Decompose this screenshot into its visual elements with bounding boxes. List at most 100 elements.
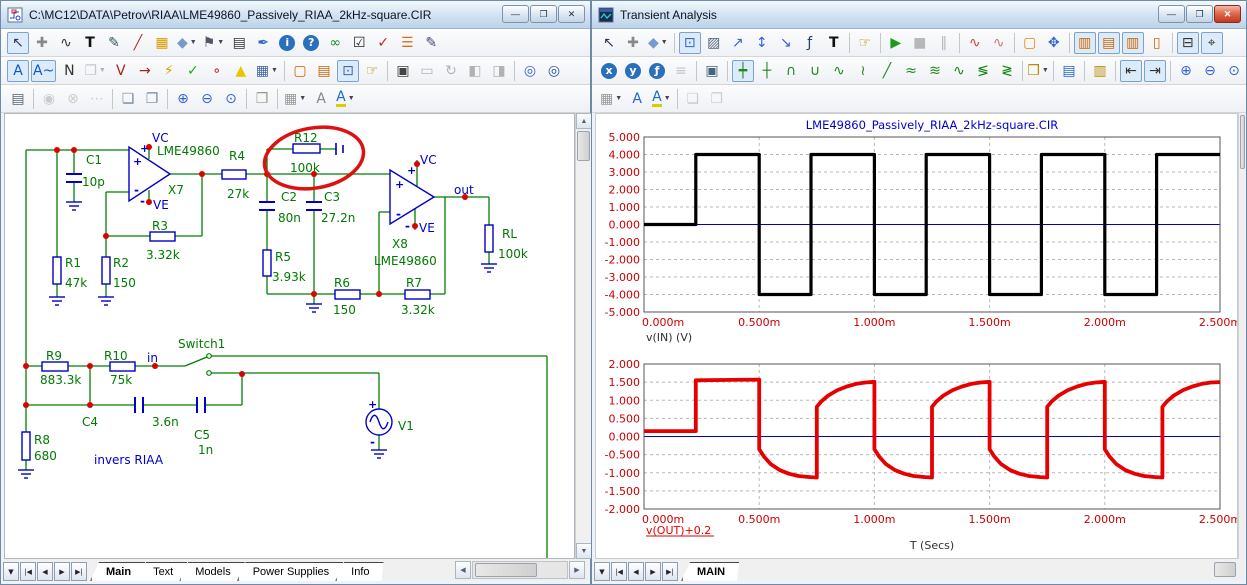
font-color-dropdown-icon[interactable]: ▼ <box>348 95 355 102</box>
select-tool-icon[interactable]: ↖ <box>598 32 620 54</box>
minimize-button[interactable]: — <box>502 5 529 23</box>
font-icon[interactable]: A <box>626 88 648 110</box>
plot-canvas[interactable]: 5.0004.0003.0002.0001.0000.000-1.000-2.0… <box>595 113 1238 559</box>
new-page-icon[interactable]: ▢ <box>289 60 311 82</box>
show-pin-connections-icon[interactable]: ∘ <box>206 60 228 82</box>
show-attribute-text-icon[interactable]: A <box>7 60 29 82</box>
zoom-vertical-icon[interactable]: ↕ <box>751 32 773 54</box>
tab-models[interactable]: Models <box>179 562 244 581</box>
vscroll-thumb[interactable] <box>577 131 590 161</box>
grid-horizontal-icon[interactable]: ▤ <box>1098 32 1120 54</box>
show-currents-icon[interactable]: → <box>134 60 156 82</box>
tab-main[interactable]: MAIN <box>681 562 739 581</box>
zoom-100-icon[interactable]: ⊙ <box>220 88 242 110</box>
grid-minor-log-icon[interactable]: ▯ <box>1146 32 1168 54</box>
go-to-x-icon[interactable]: ≋ <box>924 60 946 82</box>
plot-properties-icon[interactable]: ▣ <box>701 60 723 82</box>
tab-prev-button[interactable]: ◀ <box>37 562 53 581</box>
text-mode-icon[interactable]: T <box>79 32 101 54</box>
maximize-button[interactable]: ❐ <box>530 5 557 23</box>
text-page-icon[interactable]: ▤ <box>7 88 29 110</box>
tab-first-button[interactable]: |◀ <box>20 562 36 581</box>
close-button[interactable]: ✕ <box>558 5 585 23</box>
show-grid-icon[interactable]: ▦▼ <box>254 60 280 82</box>
hscroll-track[interactable] <box>472 561 568 579</box>
zoom-out-icon[interactable]: ⊖ <box>196 88 218 110</box>
tab-main[interactable]: Main <box>90 562 145 581</box>
properties-icon[interactable]: ☞ <box>854 32 876 54</box>
edit-notes-icon[interactable]: ✎ <box>420 32 442 54</box>
diagonal-wire-pencil-icon[interactable]: ╱ <box>127 32 149 54</box>
x-axis-settings-icon[interactable]: x <box>598 60 620 82</box>
scroll-up-button[interactable]: ▲ <box>576 113 592 129</box>
show-grid-dropdown-icon[interactable]: ▼ <box>271 67 278 74</box>
trace-label[interactable]: v(IN) (V) <box>646 331 692 344</box>
text-mode-icon[interactable]: T <box>823 32 845 54</box>
plot-vscrollbar[interactable] <box>1238 113 1246 559</box>
trace-label[interactable]: v(OUT)+0.2 <box>646 524 711 537</box>
wave-top-icon[interactable]: ∿ <box>948 60 970 82</box>
go-to-inflection-icon[interactable]: ≈ <box>900 60 922 82</box>
find-repeat-icon[interactable]: ◎ <box>543 60 565 82</box>
shapes-tool-icon[interactable]: ◆▼ <box>175 32 199 54</box>
view-panels-icon[interactable]: ▦▼ <box>598 88 624 110</box>
help-attribute-icon[interactable]: ? <box>300 32 322 54</box>
flag-tool-dropdown-icon[interactable]: ▼ <box>217 39 224 46</box>
numeric-output-icon[interactable]: ▤ <box>1058 60 1080 82</box>
tab-menu-button[interactable]: ▼ <box>594 562 610 581</box>
tab-next-button[interactable]: ▶ <box>54 562 70 581</box>
tab-power-supplies[interactable]: Power Supplies <box>237 562 343 581</box>
view-panels-dropdown-icon[interactable]: ▼ <box>615 95 622 102</box>
grid-minor-vertical-icon[interactable]: ▥ <box>1122 32 1144 54</box>
node-snap-icon[interactable]: ⊡ <box>337 60 359 82</box>
font-color-icon[interactable]: A▼ <box>334 88 357 110</box>
spreadsheet-icon[interactable]: ▤ <box>228 32 250 54</box>
bring-to-front-icon[interactable]: ❏ <box>117 88 139 110</box>
cursor-mode-icon[interactable]: ┿ <box>732 60 754 82</box>
cursor-left-icon[interactable]: ⇤ <box>1120 60 1142 82</box>
data-reduction-icon[interactable]: ∿ <box>964 32 986 54</box>
baseline-toggle-icon[interactable]: ⊟ <box>1177 32 1199 54</box>
grid-vertical-icon[interactable]: ▥ <box>1074 32 1096 54</box>
shapes-tool-dropdown-icon[interactable]: ▼ <box>190 39 197 46</box>
properties-icon[interactable]: ☞ <box>361 60 383 82</box>
wire-mode-icon[interactable]: ∿ <box>55 32 77 54</box>
show-wire-attr-icon[interactable]: A~ <box>31 60 56 82</box>
zoom-in-icon[interactable]: ⊕ <box>172 88 194 110</box>
auto-scale-icon[interactable]: ✥ <box>1043 32 1065 54</box>
fx-settings-icon[interactable]: ƒ <box>646 60 668 82</box>
zoom-in-icon[interactable]: ⊕ <box>1175 60 1197 82</box>
tab-menu-button[interactable]: ▼ <box>3 562 19 581</box>
formula-text-icon[interactable]: ƒ <box>799 32 821 54</box>
analysis-hscroll-thumb[interactable] <box>1214 562 1236 577</box>
zoom-100-icon[interactable]: ⊙ <box>1223 60 1245 82</box>
go-to-valley-icon[interactable]: ∪ <box>804 60 826 82</box>
y-axis-settings-icon[interactable]: y <box>622 60 644 82</box>
data-points-icon[interactable]: ∿ <box>988 32 1010 54</box>
graph-paper-icon[interactable]: ▨ <box>703 32 725 54</box>
data-limits-icon[interactable]: ▢ <box>1019 32 1041 54</box>
copy-picture-dropdown-icon[interactable]: ▼ <box>99 67 106 74</box>
flag-tool-icon[interactable]: ⚑▼ <box>201 32 227 54</box>
hscroll-left-button[interactable]: ◀ <box>455 561 471 579</box>
maximize-button[interactable]: ❐ <box>1186 5 1213 23</box>
go-to-low-icon[interactable]: ≀ <box>852 60 874 82</box>
schematic-titlebar[interactable]: C:\MC12\DATA\Petrov\RIAA\LME49860_Passiv… <box>1 1 590 29</box>
hscroll-right-button[interactable]: ▶ <box>569 561 585 579</box>
font-icon[interactable]: A <box>310 88 332 110</box>
plot-vscroll-thumb[interactable] <box>1240 115 1245 169</box>
tab-first-button[interactable]: |◀ <box>611 562 627 581</box>
select-tool-icon[interactable]: ↖ <box>7 32 29 54</box>
check-list-icon[interactable]: ✓ <box>372 32 394 54</box>
font-color-icon[interactable]: A▼ <box>650 88 673 110</box>
tab-prev-button[interactable]: ◀ <box>628 562 644 581</box>
show-conditions-icon[interactable]: ✓ <box>182 60 204 82</box>
zoom-point-icon[interactable]: ↘ <box>775 32 797 54</box>
tab-last-button[interactable]: ▶| <box>71 562 87 581</box>
info-attribute-icon[interactable]: i <box>276 32 298 54</box>
go-to-peak-icon[interactable]: ∩ <box>780 60 802 82</box>
enable-checkbox-icon[interactable]: ☑ <box>348 32 370 54</box>
zoom-out-icon[interactable]: ⊖ <box>1199 60 1221 82</box>
page-icon-icon[interactable]: ▤ <box>313 60 335 82</box>
component-bus-icon[interactable]: ▦ <box>151 32 173 54</box>
